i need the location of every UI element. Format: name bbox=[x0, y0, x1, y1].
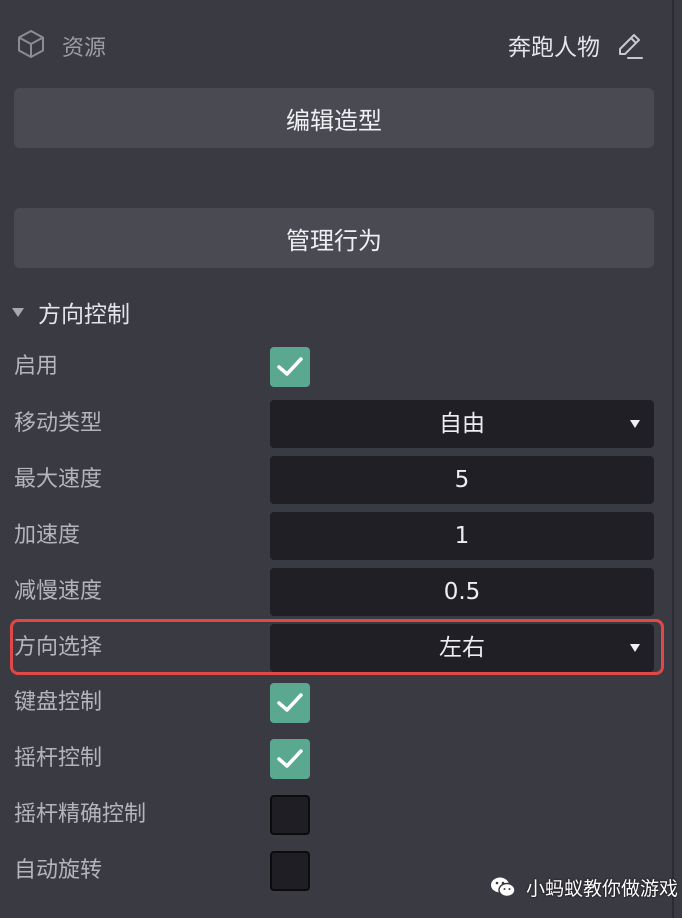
keyboard-control-row: 键盘控制 bbox=[0, 678, 672, 728]
move-type-select[interactable]: 自由 bbox=[270, 400, 654, 448]
auto-rotate-label: 自动旋转 bbox=[14, 858, 103, 883]
keyboard-control-checkbox[interactable] bbox=[270, 683, 310, 723]
joystick-precise-label: 摇杆精确控制 bbox=[14, 802, 147, 827]
pencil-icon[interactable] bbox=[614, 30, 646, 62]
panel-header: 资源 奔跑人物 bbox=[0, 20, 672, 68]
max-speed-input[interactable]: 5 bbox=[270, 456, 654, 504]
dropdown-arrow-icon bbox=[630, 420, 640, 428]
manage-behavior-button[interactable]: 管理行为 bbox=[14, 208, 654, 268]
max-speed-label: 最大速度 bbox=[14, 467, 103, 492]
acceleration-row: 加速度 1 bbox=[0, 511, 672, 561]
direction-value: 左右 bbox=[439, 635, 485, 661]
joystick-precise-row: 摇杆精确控制 bbox=[0, 790, 672, 840]
acceleration-label: 加速度 bbox=[14, 523, 81, 548]
deceleration-row: 减慢速度 0.5 bbox=[0, 567, 672, 617]
wechat-icon bbox=[491, 877, 516, 898]
resource-label: 资源 bbox=[62, 36, 107, 61]
direction-control-section-header[interactable]: 方向控制 bbox=[8, 296, 130, 328]
max-speed-row: 最大速度 5 bbox=[0, 455, 672, 505]
checkmark-icon bbox=[277, 749, 303, 768]
enable-checkbox[interactable] bbox=[270, 347, 310, 387]
deceleration-input[interactable]: 0.5 bbox=[270, 568, 654, 616]
dropdown-arrow-icon bbox=[630, 644, 640, 652]
watermark: 小蚂蚁教你做游戏 bbox=[490, 874, 678, 900]
properties-panel: 资源 奔跑人物 编辑造型 管理行为 方向控制 启用 移动类型 自由 最大速度 5… bbox=[0, 0, 672, 918]
checkmark-icon bbox=[277, 693, 303, 712]
cube-icon bbox=[18, 30, 44, 58]
enable-row: 启用 bbox=[0, 342, 672, 392]
auto-rotate-checkbox[interactable] bbox=[270, 851, 310, 891]
max-speed-value: 5 bbox=[454, 467, 470, 493]
direction-select[interactable]: 左右 bbox=[270, 624, 654, 672]
deceleration-label: 减慢速度 bbox=[14, 579, 103, 604]
acceleration-value: 1 bbox=[454, 523, 470, 549]
panel-right-gutter bbox=[674, 0, 682, 918]
move-type-value: 自由 bbox=[439, 411, 485, 437]
direction-label: 方向选择 bbox=[14, 635, 103, 660]
joystick-precise-checkbox[interactable] bbox=[270, 795, 310, 835]
direction-row: 方向选择 左右 bbox=[0, 623, 672, 673]
watermark-text: 小蚂蚁教你做游戏 bbox=[526, 877, 679, 900]
deceleration-value: 0.5 bbox=[443, 579, 481, 605]
joystick-control-label: 摇杆控制 bbox=[14, 746, 103, 771]
keyboard-control-label: 键盘控制 bbox=[14, 690, 103, 715]
joystick-control-checkbox[interactable] bbox=[270, 739, 310, 779]
enable-label: 启用 bbox=[14, 354, 59, 379]
move-type-label: 移动类型 bbox=[14, 411, 103, 436]
edit-shape-button[interactable]: 编辑造型 bbox=[14, 88, 654, 148]
acceleration-input[interactable]: 1 bbox=[270, 512, 654, 560]
section-title: 方向控制 bbox=[38, 302, 130, 328]
collapse-triangle-icon bbox=[12, 307, 24, 317]
joystick-control-row: 摇杆控制 bbox=[0, 734, 672, 784]
object-name[interactable]: 奔跑人物 bbox=[508, 28, 600, 62]
move-type-row: 移动类型 自由 bbox=[0, 399, 672, 449]
checkmark-icon bbox=[277, 357, 303, 376]
